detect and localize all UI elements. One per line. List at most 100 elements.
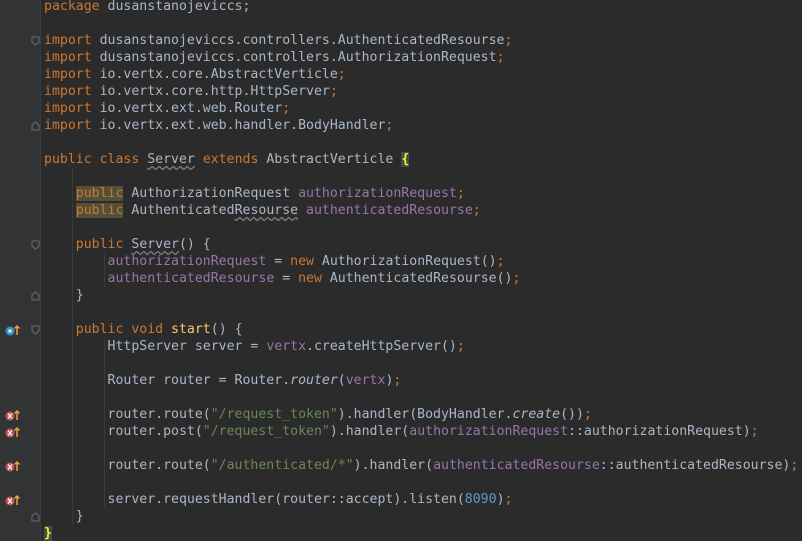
- fold-arrow-icon[interactable]: [31, 121, 40, 131]
- code-line[interactable]: Router router = Router.router(vertx);: [44, 372, 802, 389]
- code-line[interactable]: [44, 168, 802, 185]
- code-line[interactable]: public Server() {: [44, 236, 802, 253]
- fold-arrow-icon[interactable]: [31, 512, 40, 522]
- code-token: router: [290, 373, 338, 388]
- code-line[interactable]: package dusanstanojeviccs;: [44, 0, 802, 15]
- fold-arrow-icon[interactable]: [31, 36, 40, 46]
- code-line[interactable]: authenticatedResourse = new Authenticate…: [44, 270, 802, 287]
- code-line[interactable]: import io.vertx.core.AbstractVerticle;: [44, 66, 802, 83]
- code-line[interactable]: [44, 440, 802, 457]
- code-line[interactable]: [44, 219, 802, 236]
- code-token: =: [266, 254, 291, 269]
- code-line[interactable]: import io.vertx.ext.web.handler.BodyHand…: [44, 117, 802, 134]
- code-line[interactable]: public void start() {: [44, 321, 802, 338]
- lambda-recursive-icon[interactable]: [4, 493, 22, 507]
- code-token: AuthenticatedResourse(): [329, 271, 513, 286]
- code-token: HttpServer server =: [44, 339, 267, 354]
- code-line[interactable]: server.requestHandler(router::accept).li…: [44, 491, 802, 508]
- code-token: Authenticated: [123, 203, 235, 218]
- lambda-recursive-icon[interactable]: [4, 459, 22, 473]
- fold-arrow-icon[interactable]: [31, 240, 40, 250]
- code-token: ;: [504, 33, 513, 48]
- code-line[interactable]: import dusanstanojeviccs.controllers.Aut…: [44, 49, 802, 66]
- code-token: new: [290, 254, 322, 269]
- fold-arrow-icon[interactable]: [31, 325, 40, 335]
- code-line[interactable]: public AuthorizationRequest authorizatio…: [44, 185, 802, 202]
- code-line[interactable]: }: [44, 508, 802, 525]
- code-line[interactable]: }: [44, 525, 802, 541]
- code-line[interactable]: public AuthenticatedResourse authenticat…: [44, 202, 802, 219]
- lambda-recursive-icon[interactable]: [4, 425, 22, 439]
- code-token: vertx: [345, 373, 386, 388]
- code-token: ;: [583, 407, 592, 422]
- code-area[interactable]: package dusanstanojeviccs; import dusans…: [44, 0, 802, 541]
- code-token: ;: [385, 118, 394, 133]
- code-editor[interactable]: package dusanstanojeviccs; import dusans…: [0, 0, 802, 541]
- code-token: "/authenticated/*": [210, 458, 354, 473]
- fold-arrow-icon[interactable]: [31, 291, 40, 301]
- code-token: AbstractVerticle: [266, 152, 402, 167]
- code-token: import: [44, 84, 100, 99]
- code-token: }: [44, 288, 84, 303]
- code-token: import: [44, 50, 100, 65]
- code-token: ()): [560, 407, 584, 422]
- code-line[interactable]: [44, 304, 802, 321]
- code-line[interactable]: [44, 15, 802, 32]
- code-token: AuthorizationRequest: [123, 186, 299, 201]
- code-token: ).handler(BodyHandler.: [337, 407, 513, 422]
- code-line[interactable]: [44, 134, 802, 151]
- code-token: ): [496, 492, 505, 507]
- code-token: import: [44, 33, 100, 48]
- code-token: () {: [210, 322, 243, 337]
- indent-guide: [72, 168, 73, 525]
- code-line[interactable]: [44, 389, 802, 406]
- code-token: io.vertx.core.AbstractVerticle: [99, 67, 338, 82]
- code-token: authenticatedResourse: [306, 203, 473, 218]
- code-token: "/request_token": [210, 407, 338, 422]
- code-token: ;: [393, 373, 402, 388]
- code-line[interactable]: [44, 355, 802, 372]
- gutter-divider: [40, 0, 41, 541]
- code-token: import: [44, 101, 100, 116]
- code-token: 8090: [464, 492, 497, 507]
- code-token: AuthorizationRequest(): [321, 254, 497, 269]
- code-token: start: [171, 322, 211, 337]
- code-line[interactable]: import io.vertx.ext.web.Router;: [44, 100, 802, 117]
- code-token: "/request_token": [202, 424, 330, 439]
- code-token: {: [401, 152, 410, 167]
- code-token: ;: [329, 84, 338, 99]
- code-token: router.route(: [44, 407, 211, 422]
- code-line[interactable]: [44, 474, 802, 491]
- override-method-icon[interactable]: [4, 323, 22, 337]
- code-token: (: [337, 373, 346, 388]
- code-token: .createHttpServer(): [306, 339, 457, 354]
- code-line[interactable]: router.post("/request_token").handler(au…: [44, 423, 802, 440]
- code-token: ;: [472, 203, 481, 218]
- code-token: authorizationRequest: [298, 186, 457, 201]
- code-token: import: [44, 118, 100, 133]
- code-line[interactable]: import dusanstanojeviccs.controllers.Aut…: [44, 32, 802, 49]
- code-line[interactable]: }: [44, 287, 802, 304]
- code-line[interactable]: public class Server extends AbstractVert…: [44, 151, 802, 168]
- lambda-recursive-icon[interactable]: [4, 408, 22, 422]
- code-token: public: [75, 237, 132, 252]
- code-token: =: [274, 271, 299, 286]
- code-token: router.post(: [44, 424, 203, 439]
- code-token: Server: [131, 237, 179, 252]
- code-token: ;: [790, 458, 799, 473]
- code-line[interactable]: authorizationRequest = new Authorization…: [44, 253, 802, 270]
- code-token: ::authenticatedResourse): [599, 458, 791, 473]
- code-token: ;: [512, 271, 521, 286]
- indent-guide: [104, 253, 105, 287]
- code-token: public void: [75, 322, 172, 337]
- code-line[interactable]: router.route("/authenticated/*").handler…: [44, 457, 802, 474]
- code-line[interactable]: router.route("/request_token").handler(B…: [44, 406, 802, 423]
- code-line[interactable]: HttpServer server = vertx.createHttpServ…: [44, 338, 802, 355]
- code-line[interactable]: import io.vertx.core.http.HttpServer;: [44, 83, 802, 100]
